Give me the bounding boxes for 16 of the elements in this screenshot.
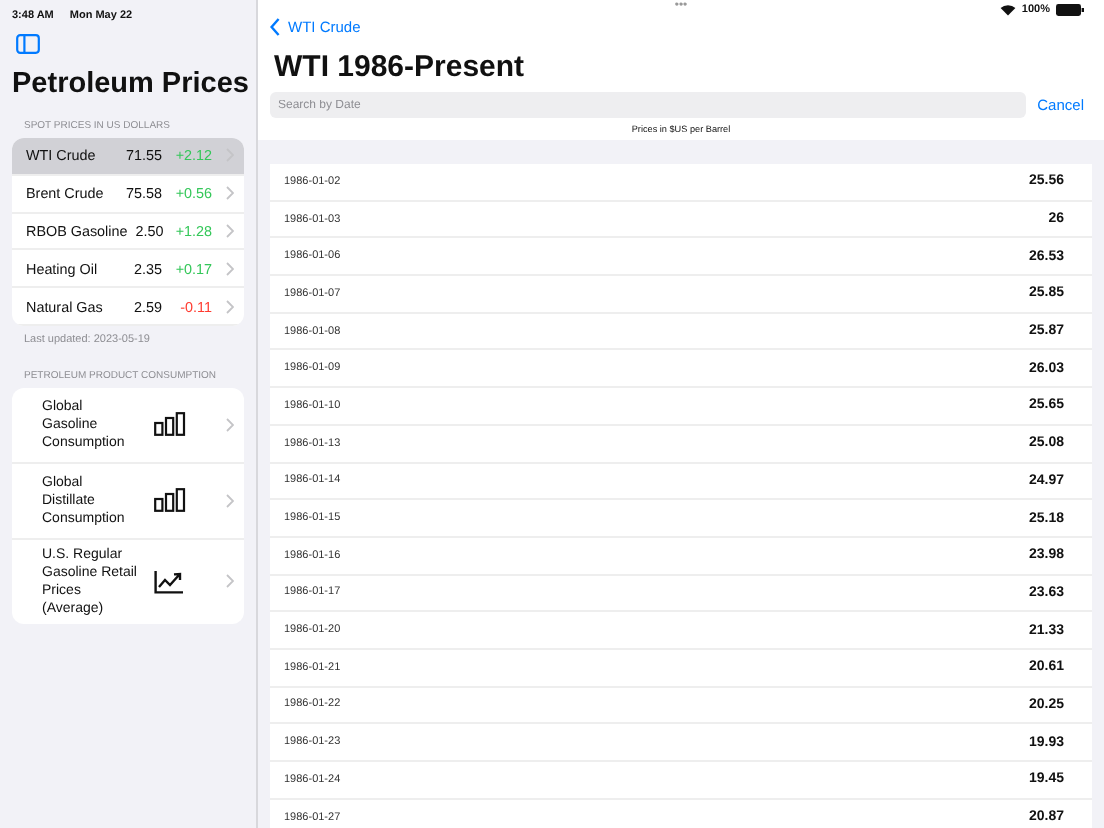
- chevron-icon: [226, 261, 234, 276]
- sidebar-title: Petroleum Prices: [12, 68, 249, 102]
- chevron-icon: [226, 299, 234, 314]
- wifi-icon: [999, 4, 1016, 16]
- back-chevron-icon: [270, 18, 280, 36]
- page-title: WTI 1986-Present: [274, 50, 527, 84]
- chevron-icon: [226, 223, 234, 238]
- bar-chart-icon: [154, 488, 186, 513]
- chevron-icon: [226, 186, 234, 201]
- battery-icon: [1056, 4, 1084, 16]
- chevron-icon: [226, 493, 234, 508]
- bar-chart-icon: [154, 412, 186, 437]
- chevron-icon: [226, 417, 234, 432]
- chevron-icon: [226, 574, 234, 589]
- sidebar-toggle-icon[interactable]: [16, 34, 40, 54]
- line-chart-icon: [154, 569, 184, 594]
